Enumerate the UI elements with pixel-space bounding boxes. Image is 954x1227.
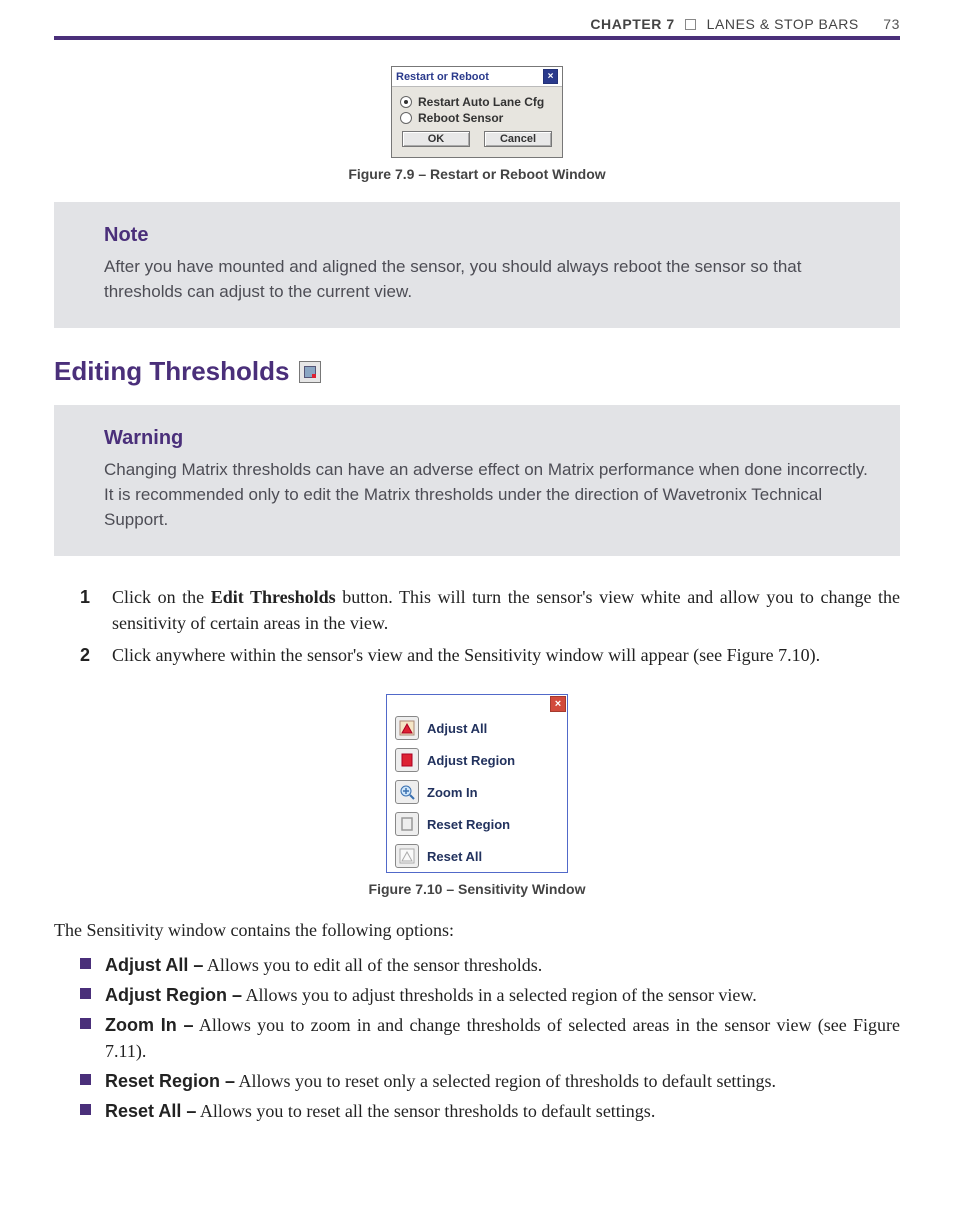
zoom-in-icon: [395, 780, 419, 804]
note-body: After you have mounted and aligned the s…: [104, 255, 868, 304]
menu-item-label: Reset Region: [427, 817, 510, 832]
running-header: CHAPTER 7 LANES & STOP BARS 73: [54, 16, 900, 32]
close-icon[interactable]: ×: [543, 69, 558, 84]
step-number: 1: [80, 584, 98, 636]
step-2: 2 Click anywhere within the sensor's vie…: [80, 642, 900, 668]
menu-item-label: Zoom In: [427, 785, 478, 800]
bullet-text: Allows you to zoom in and change thresho…: [105, 1015, 900, 1061]
restart-reboot-dialog: Restart or Reboot × Restart Auto Lane Cf…: [391, 66, 563, 158]
menu-item-label: Reset All: [427, 849, 482, 864]
intro-after-figure: The Sensitivity window contains the foll…: [54, 917, 900, 943]
header-rule: [54, 36, 900, 40]
bullet-label: Zoom In –: [105, 1015, 194, 1035]
reset-region-icon: [395, 812, 419, 836]
menu-item-adjust-region[interactable]: Adjust Region: [387, 744, 567, 776]
bullet-icon: [80, 1074, 91, 1085]
menu-item-label: Adjust Region: [427, 753, 515, 768]
header-box-icon: [685, 19, 696, 30]
bullet-icon: [80, 988, 91, 999]
bullet-text: Allows you to adjust thresholds in a sel…: [242, 985, 757, 1005]
bullet-icon: [80, 1018, 91, 1029]
bullet-adjust-all: Adjust All – Allows you to edit all of t…: [80, 952, 900, 978]
menu-item-reset-all[interactable]: Reset All: [387, 840, 567, 872]
step2-text: Click anywhere within the sensor's view …: [112, 642, 820, 668]
section-heading-text: Editing Thresholds: [54, 356, 289, 387]
figure-7-9: Restart or Reboot × Restart Auto Lane Cf…: [54, 66, 900, 158]
radio-unselected-icon: [400, 112, 412, 124]
note-heading: Note: [104, 224, 868, 247]
chapter-label: CHAPTER 7: [590, 16, 674, 32]
dialog-titlebar: Restart or Reboot ×: [392, 67, 562, 87]
figure-7-9-caption: Figure 7.9 – Restart or Reboot Window: [54, 166, 900, 182]
cancel-button[interactable]: Cancel: [484, 131, 552, 147]
steps-list: 1 Click on the Edit Thresholds button. T…: [80, 584, 900, 668]
radio-label: Restart Auto Lane Cfg: [418, 95, 544, 109]
dialog-title: Restart or Reboot: [396, 71, 489, 83]
menu-item-reset-region[interactable]: Reset Region: [387, 808, 567, 840]
adjust-region-icon: [395, 748, 419, 772]
sensitivity-window: × Adjust All Adjust Region: [386, 694, 568, 873]
step1-bold: Edit Thresholds: [211, 587, 336, 607]
radio-label: Reboot Sensor: [418, 111, 503, 125]
menu-item-adjust-all[interactable]: Adjust All: [387, 712, 567, 744]
bullet-label: Reset Region –: [105, 1071, 235, 1091]
edit-thresholds-icon: [299, 361, 321, 383]
note-callout: Note After you have mounted and aligned …: [54, 202, 900, 328]
menu-item-label: Adjust All: [427, 721, 487, 736]
step-number: 2: [80, 642, 98, 668]
figure-7-10-caption: Figure 7.10 – Sensitivity Window: [54, 881, 900, 897]
bullet-zoom-in: Zoom In – Allows you to zoom in and chan…: [80, 1012, 900, 1064]
ok-button[interactable]: OK: [402, 131, 470, 147]
bullet-label: Adjust Region –: [105, 985, 242, 1005]
bullet-reset-all: Reset All – Allows you to reset all the …: [80, 1098, 900, 1124]
bullet-reset-region: Reset Region – Allows you to reset only …: [80, 1068, 900, 1094]
step-1: 1 Click on the Edit Thresholds button. T…: [80, 584, 900, 636]
warning-callout: Warning Changing Matrix thresholds can h…: [54, 405, 900, 556]
warning-body: Changing Matrix thresholds can have an a…: [104, 458, 868, 532]
bullet-adjust-region: Adjust Region – Allows you to adjust thr…: [80, 982, 900, 1008]
bullet-label: Adjust All –: [105, 955, 203, 975]
page-number: 73: [883, 16, 900, 32]
radio-reboot-sensor[interactable]: Reboot Sensor: [400, 111, 554, 125]
figure-7-10: × Adjust All Adjust Region: [54, 694, 900, 873]
warning-heading: Warning: [104, 427, 868, 450]
reset-all-icon: [395, 844, 419, 868]
close-icon[interactable]: ×: [550, 696, 566, 712]
bullet-icon: [80, 958, 91, 969]
bullet-label: Reset All –: [105, 1101, 196, 1121]
adjust-all-icon: [395, 716, 419, 740]
radio-restart-auto-lane-cfg[interactable]: Restart Auto Lane Cfg: [400, 95, 554, 109]
radio-selected-icon: [400, 96, 412, 108]
chapter-title: LANES & STOP BARS: [707, 16, 859, 32]
bullet-icon: [80, 1104, 91, 1115]
menu-item-zoom-in[interactable]: Zoom In: [387, 776, 567, 808]
step1-pre: Click on the: [112, 587, 211, 607]
options-bullet-list: Adjust All – Allows you to edit all of t…: [80, 952, 900, 1125]
bullet-text: Allows you to reset only a selected regi…: [235, 1071, 776, 1091]
bullet-text: Allows you to reset all the sensor thres…: [196, 1101, 655, 1121]
section-heading-editing-thresholds: Editing Thresholds: [54, 356, 900, 387]
bullet-text: Allows you to edit all of the sensor thr…: [203, 955, 542, 975]
